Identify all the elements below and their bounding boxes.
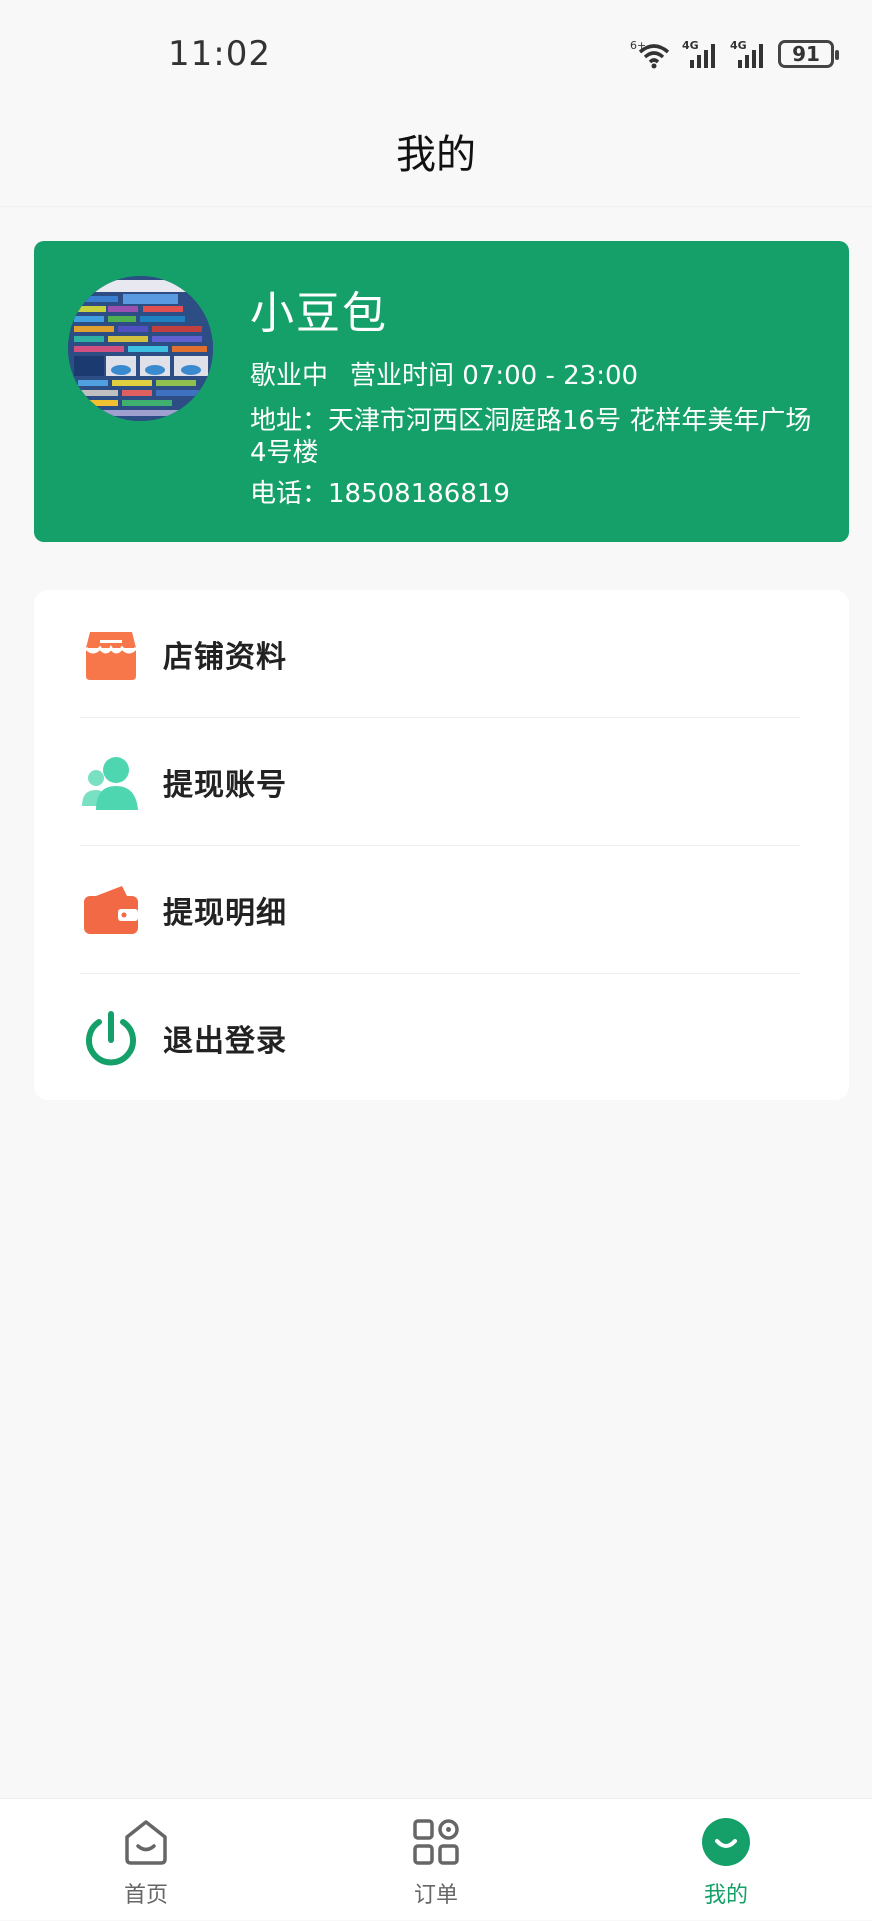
shop-address: 地址：天津市河西区洞庭路16号 花样年美年广场 4号楼 <box>250 406 812 468</box>
svg-text:4G: 4G <box>682 39 699 52</box>
menu-item-label: 店铺资料 <box>163 640 287 675</box>
sql-cheatsheet-avatar-image <box>68 276 213 421</box>
home-icon <box>125 1820 167 1865</box>
shop-name: 小豆包 <box>250 288 388 339</box>
menu-item-store-info[interactable]: 店铺资料 <box>34 590 849 718</box>
signal-4g-icon-1: 4G <box>682 39 715 68</box>
battery-indicator: 91 <box>778 40 839 68</box>
shop-info-card: 小豆包 歇业中 营业时间 07:00 - 23:00 地址：天津市河西区洞庭路16… <box>34 241 849 542</box>
menu-item-withdraw-details[interactable]: 提现明细 <box>34 846 849 974</box>
menu-item-withdraw-account[interactable]: 提现账号 <box>34 718 849 846</box>
power-icon <box>86 1011 136 1066</box>
bottom-tab-bar: 首页 订单 我的 <box>0 1798 872 1920</box>
menu-item-label: 提现明细 <box>163 896 287 931</box>
tab-label: 我的 <box>703 1883 748 1908</box>
smile-icon <box>702 1818 750 1866</box>
header-divider <box>0 206 872 207</box>
tab-orders[interactable]: 订单 <box>356 1799 516 1921</box>
svg-text:4G: 4G <box>730 39 747 52</box>
wifi-icon: 6+ <box>630 39 670 69</box>
wallet-icon <box>84 886 138 934</box>
menu-item-logout[interactable]: 退出登录 <box>34 974 849 1102</box>
menu-item-label: 退出登录 <box>163 1024 287 1059</box>
tab-home[interactable]: 首页 <box>66 1799 226 1921</box>
grid-icon <box>413 1819 459 1865</box>
tab-label: 首页 <box>123 1883 168 1908</box>
page-title: 我的 <box>396 132 476 178</box>
status-icons: 6+ 4G 4G 91 <box>630 36 839 72</box>
shop-business-hours: 营业时间 07:00 - 23:00 <box>350 361 639 391</box>
menu-item-label: 提现账号 <box>163 768 287 803</box>
shop-business-status: 歇业中 <box>250 361 329 391</box>
status-time: 11:02 <box>168 34 271 74</box>
shop-phone: 电话：18508186819 <box>250 479 510 509</box>
tab-mine[interactable]: 我的 <box>646 1799 806 1921</box>
shop-status-row: 歇业中 营业时间 07:00 - 23:00 <box>250 355 638 392</box>
tab-label: 订单 <box>413 1883 458 1908</box>
settings-menu: 店铺资料 提现账号 提现明细 退出登录 <box>34 590 849 1100</box>
store-icon <box>84 632 138 680</box>
user-account-icon <box>82 757 138 810</box>
status-bar: 11:02 6+ 4G 4G 91 <box>0 0 872 110</box>
shop-avatar[interactable] <box>68 276 213 421</box>
signal-4g-icon-2: 4G <box>730 39 763 68</box>
